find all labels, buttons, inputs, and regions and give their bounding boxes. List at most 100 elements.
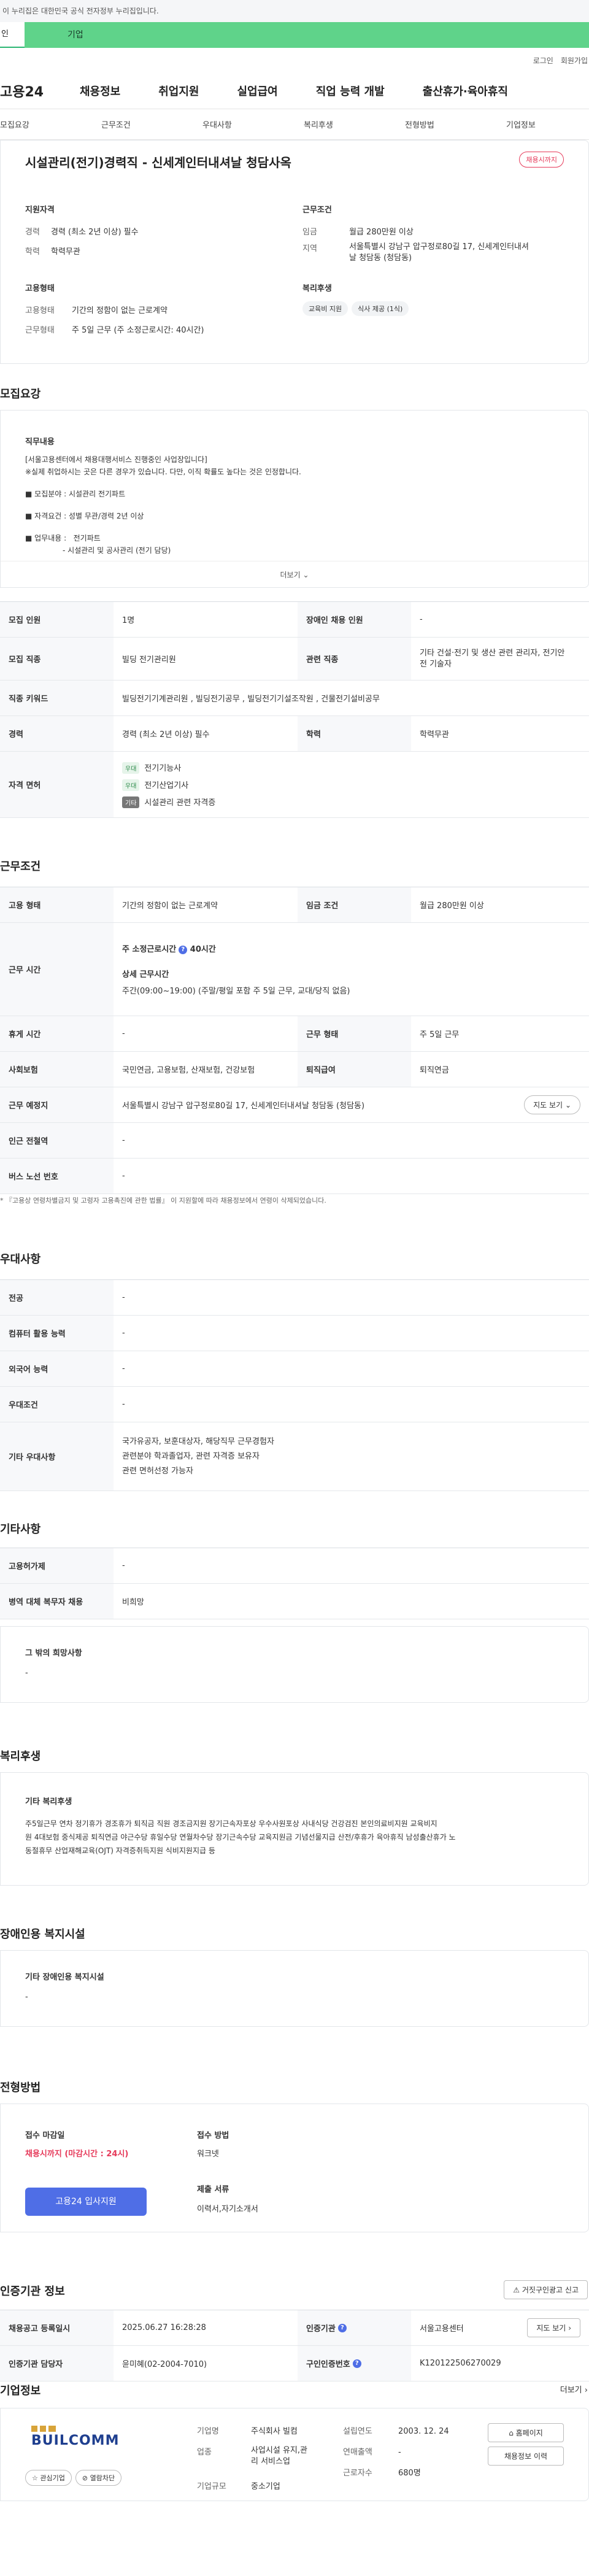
company-key: 근로자수 [343, 2469, 372, 2478]
welfare-line: 원 4대보험 중식제공 퇴직연금 야근수당 휴일수당 연월차수당 장기근속수당 … [25, 1833, 456, 1841]
tab-recruit[interactable]: 모집요강 [0, 118, 101, 130]
row-key: 외국어 능력 [0, 1351, 114, 1386]
docs-heading: 제출 서류 [197, 2185, 229, 2194]
tab-company[interactable]: 기업정보 [506, 118, 536, 130]
block-label: 열람차단 [90, 2474, 115, 2482]
screen-card: 접수 마감일 채용시까지 (마감시간 : 24시) 고용24 입사지원 접수 방… [0, 2104, 589, 2232]
row-key: 전공 [0, 1280, 114, 1315]
duty-card: 직무내용 [서울고용센터에서 채용대행서비스 진행중인 사업장입니다] ※실제 취… [0, 410, 589, 588]
table-row: 근무 예정지 서울특별시 강남구 압구정로80길 17, 신세계인터내셔날 청담동… [0, 1087, 589, 1123]
nav-training[interactable]: 직업 능력 개발 [316, 83, 385, 99]
tab-welfare[interactable]: 복리후생 [304, 118, 405, 130]
tab-screen[interactable]: 전형방법 [405, 118, 506, 130]
fav-label: 관심기업 [40, 2474, 65, 2482]
tab-company[interactable]: 기업 [25, 22, 589, 48]
region-value-2: 날 청담동 (청담동) [349, 253, 412, 263]
report-button[interactable]: ⚠ 거짓구인광고 신고 [504, 2280, 588, 2299]
company-value: 중소기업 [251, 2482, 280, 2491]
info-icon[interactable]: ? [179, 945, 188, 954]
info-icon[interactable]: ? [352, 2359, 361, 2368]
site-logo[interactable]: 고용24 [0, 81, 80, 101]
row-key: 장애인 채용 인원 [298, 602, 411, 637]
alert-icon: ⚠ [513, 2286, 520, 2294]
etc-tag: 기타 [122, 796, 140, 808]
duty-heading: 직무내용 [25, 438, 55, 447]
block-button[interactable]: ⊘ 열람차단 [75, 2470, 122, 2486]
row-value: - [122, 1400, 125, 1409]
ind-1: 사업시설 유지,관 [251, 2446, 307, 2455]
homepage-button[interactable]: ⌂ 홈페이지 [488, 2423, 564, 2442]
row-value: 2025.06.27 16:28:28 [122, 2323, 206, 2332]
company-card: BUILCOMM ☆ 관심기업 ⊘ 열람차단 기업명 주식회사 빌컴 업종 사업시설… [0, 2408, 589, 2501]
apply-button[interactable]: 고용24 입사지원 [25, 2188, 147, 2216]
cert-table: 채용공고 등록일시 2025.06.27 16:28:28 인증기관? 서울고용센터 지… [0, 2310, 589, 2381]
table-row: 버스 노선 번호 - [0, 1159, 589, 1194]
deadline-value: 채용시까지 (마감시간 : 24시) [25, 2150, 129, 2159]
tab-work[interactable]: 근무조건 [101, 118, 202, 130]
fav-button[interactable]: ☆ 관심기업 [25, 2470, 72, 2486]
row-key: 기타 우대사항 [0, 1422, 114, 1490]
duty-line: - 시설관리 및 공사관리 (전기 담당) [25, 546, 171, 555]
disab-value: - [25, 1992, 28, 2002]
jobs-history-button[interactable]: 채용정보 이력 [488, 2447, 564, 2466]
row-key: 모집 인원 [0, 602, 114, 637]
nav-jobs[interactable]: 채용정보 [80, 83, 120, 99]
login-link[interactable]: 로그인 [533, 55, 553, 66]
table-row: 인증기관 담당자 윤미혜(02-2004-7010) 구인인증번호? K1201225… [0, 2346, 589, 2381]
row-value: - [122, 1171, 125, 1181]
deadline-badge: 채용시까지 [519, 152, 564, 168]
map-label: 지도 보기 [536, 2324, 566, 2332]
map-button[interactable]: 지도 보기 ⌄ [524, 1095, 580, 1114]
pref-table: 전공 - 컴퓨터 활용 능력 - 외국어 능력 - 우대조건 - 기타 우대사항 국가유공… [0, 1279, 589, 1491]
company-value: - [398, 2448, 401, 2457]
row-key: 학력 [298, 716, 411, 751]
row-value: 윤미혜(02-2004-7010) [122, 2360, 207, 2369]
info-icon[interactable]: ? [337, 2323, 347, 2332]
pref-tag: 우대 [122, 779, 140, 791]
block-icon: ⊘ [82, 2474, 88, 2482]
signup-link[interactable]: 회원가입 [561, 55, 588, 66]
welfare-chips: 교육비 지원 식사 제공 (1식) [302, 301, 412, 316]
home-label: 홈페이지 [515, 2429, 543, 2437]
nav-unemployment[interactable]: 실업급여 [237, 83, 278, 99]
org-map-button[interactable]: 지도 보기 › [527, 2318, 580, 2337]
row-value: 기타 건설·전기 및 생산 관련 관리자, 전기안 전 기술자 [411, 638, 573, 680]
time-value: 40시간 [190, 945, 216, 954]
company-title: 기업정보 [0, 2385, 41, 2397]
nav-employment-support[interactable]: 취업지원 [158, 83, 199, 99]
row-key: 컴퓨터 활용 능력 [0, 1316, 114, 1351]
summary-card: 시설관리(전기)경력직 - 신세계인터내셔날 청담사옥 채용시까지 지원자격 경… [0, 140, 589, 364]
disab-heading: 기타 장애인용 복지시설 [25, 1973, 104, 1982]
row-value: 서울특별시 강남구 압구정로80길 17, 신세계인터내셔날 청담동 (청담동)… [114, 1087, 589, 1122]
region-key: 지역 [302, 244, 317, 253]
table-row: 모집 인원 1명 장애인 채용 인원 - [0, 602, 589, 638]
org-key: 인증기관 [306, 2324, 336, 2334]
row-value: 주 5일 근무 [420, 1030, 460, 1039]
welfare-card: 기타 복리후생 주5일근무 연차 정기휴가 경조휴가 퇴직금 직원 경조금지원 … [0, 1772, 589, 1886]
time-detail: 주간(09:00~19:00) (주말/평일 포함 주 5일 근무, 교대/당직… [122, 987, 350, 996]
company-logo: BUILCOMM [31, 2426, 119, 2448]
nav-leave[interactable]: 출산휴가·육아휴직 [423, 83, 508, 99]
docs-value: 이력서,자기소개서 [197, 2205, 258, 2214]
region-value: 서울특별시 강남구 압구정로80길 17, 신세계인터내셔 날 청담동 (청담동) [349, 242, 529, 264]
company-key: 기업규모 [197, 2482, 226, 2491]
cond-heading: 근무조건 [302, 206, 332, 215]
method-heading: 접수 방법 [197, 2131, 229, 2140]
welfare-text: 주5일근무 연차 정기휴가 경조휴가 퇴직금 직원 경조금지원 장기근속자포상 … [25, 1817, 577, 1857]
tab-company-label: 기업 [67, 30, 83, 40]
row-key: 임금 조건 [298, 887, 411, 922]
company-more-link[interactable]: 더보기 › [560, 2383, 588, 2395]
welfare-heading: 복리후생 [302, 284, 332, 293]
table-row: 직종 키워드 빌딩전기기계관리원 , 빌딩전기공무 , 빌딩전기기설조작원 , 건… [0, 681, 589, 716]
row-key: 인증기관 담당자 [0, 2346, 114, 2381]
license-item: 전기기능사 [144, 763, 182, 773]
time-detail-heading: 상세 근무시간 [122, 970, 169, 979]
tab-pref[interactable]: 우대사항 [202, 118, 304, 130]
row-value: - [122, 1328, 125, 1338]
row-value: 국민연금, 고용보험, 산재보험, 건강보험 [122, 1066, 255, 1075]
tab-individual[interactable]: 인 [0, 22, 25, 48]
more-button[interactable]: 더보기 ⌄ [1, 561, 588, 588]
more-label: 더보기 [280, 571, 301, 579]
row-key: 근무 형태 [298, 1016, 411, 1051]
utility-menu: 로그인 회원가입 [0, 48, 589, 72]
